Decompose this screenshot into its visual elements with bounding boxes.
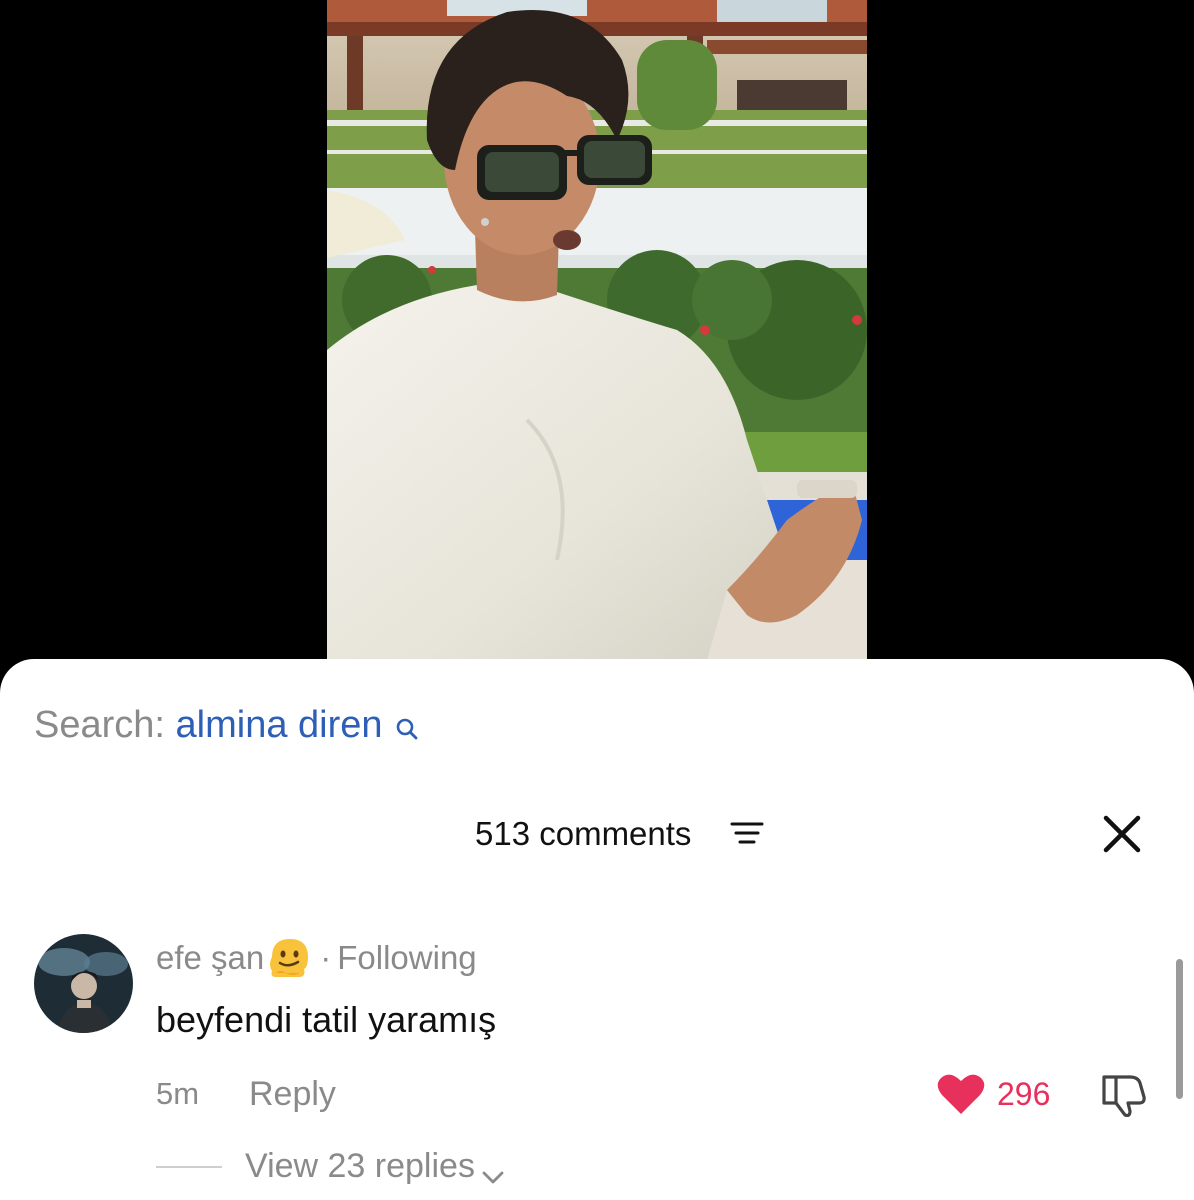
- search-prefix: Search:: [34, 704, 165, 746]
- search-icon[interactable]: [395, 703, 419, 755]
- comment-actions: 5m Reply 296: [0, 1069, 1194, 1119]
- sort-lines-icon[interactable]: [730, 819, 764, 854]
- close-button[interactable]: [1097, 809, 1147, 859]
- comments-header: 513 comments: [0, 809, 1194, 859]
- comments-sheet: Search: almina diren 513 comments efe şa…: [0, 659, 1194, 1200]
- like-count: 296: [997, 1076, 1051, 1112]
- scrollbar[interactable]: [1176, 959, 1183, 1099]
- comment-header: efe şan · Following: [156, 933, 477, 995]
- separator-dot: ·: [320, 939, 332, 976]
- following-label: Following: [337, 939, 477, 976]
- reply-button[interactable]: Reply: [249, 1069, 336, 1119]
- view-replies-button[interactable]: View 23 replies: [245, 1143, 505, 1199]
- comment-count: 513 comments: [475, 815, 692, 852]
- comment-item: efe şan · Following beyfendi tatil yaramı…: [0, 929, 1194, 1200]
- view-replies-label: View 23 replies: [245, 1147, 475, 1185]
- username[interactable]: efe şan: [156, 939, 264, 976]
- thumbs-down-icon[interactable]: [1100, 1071, 1152, 1122]
- video-frame: [327, 0, 867, 660]
- avatar[interactable]: [34, 934, 133, 1033]
- comment-time: 5m: [156, 1076, 200, 1111]
- heart-icon[interactable]: [936, 1072, 986, 1121]
- video-player[interactable]: [327, 0, 867, 660]
- chevron-down-icon: [481, 1153, 505, 1199]
- close-icon: [1103, 815, 1141, 853]
- search-term-link[interactable]: almina diren: [176, 704, 383, 746]
- search-suggestion[interactable]: Search: almina diren: [34, 699, 419, 755]
- melting-face-emoji-icon: [266, 935, 312, 995]
- view-replies-row[interactable]: View 23 replies: [0, 1143, 1194, 1189]
- comment-text: beyfendi tatil yaramış: [156, 999, 497, 1040]
- replies-divider: [156, 1166, 222, 1168]
